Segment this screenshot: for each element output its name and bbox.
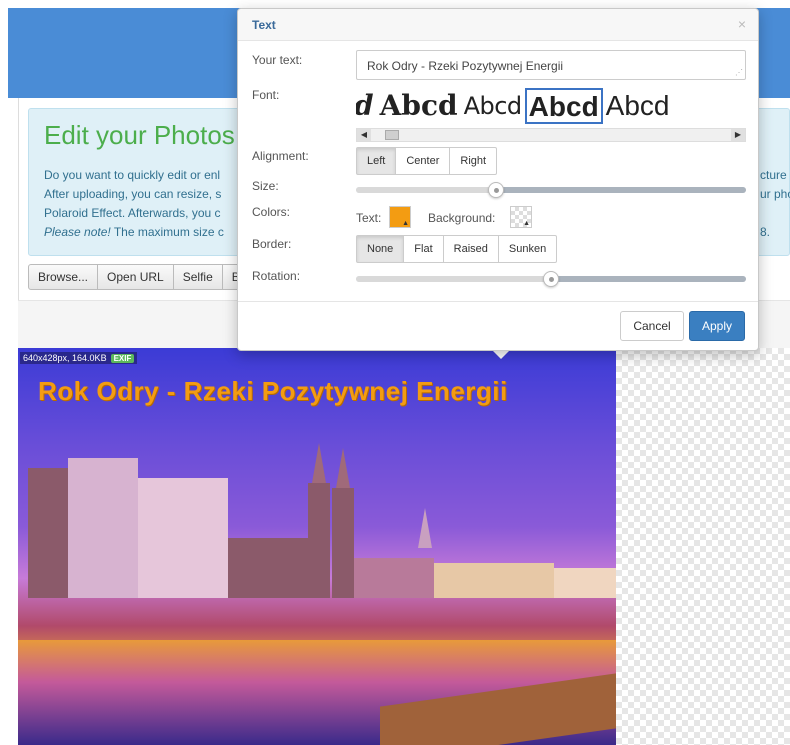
align-left-button[interactable]: Left <box>356 147 397 175</box>
text-dialog: Text × Your text: Rok Odry - Rzeki Pozyt… <box>237 8 759 351</box>
page-title: Edit your Photos <box>44 120 235 150</box>
text-input[interactable]: Rok Odry - Rzeki Pozytywnej Energii ⋰ <box>356 50 746 80</box>
colors-label: Colors: <box>252 205 291 219</box>
font-option-selected[interactable]: Abcd <box>524 88 603 124</box>
photo-text-overlay[interactable]: Rok Odry - Rzeki Pozytywnej Energii <box>38 376 508 407</box>
dropdown-caret-icon: ▲ <box>402 220 409 227</box>
text-input-value: Rok Odry - Rzeki Pozytywnej Energii <box>367 59 564 73</box>
resize-grip-icon[interactable]: ⋰ <box>735 68 743 77</box>
alignment-group: Left Center Right <box>356 147 498 175</box>
church-tower <box>308 483 330 598</box>
intro-line-2: After uploading, you can resize, s <box>44 187 222 201</box>
intro-line-1: Do you want to quickly edit or enl <box>44 168 221 182</box>
text-color-label: Text: <box>356 211 382 225</box>
building <box>28 468 68 598</box>
size-slider-handle[interactable] <box>488 182 504 198</box>
rotation-label: Rotation: <box>252 269 301 283</box>
border-none-button[interactable]: None <box>356 235 405 263</box>
border-raised-button[interactable]: Raised <box>442 235 499 263</box>
building <box>68 458 138 598</box>
border-label: Border: <box>252 237 292 251</box>
font-option[interactable]: Abcd <box>461 88 525 124</box>
font-scrollbar[interactable]: ◀ ▶ <box>356 128 746 142</box>
image-dimensions: 640x428px, 164.0KB <box>23 353 107 363</box>
exif-badge[interactable]: EXIF <box>110 354 135 363</box>
rotation-slider-track-right <box>551 276 746 282</box>
image-info: 640x428px, 164.0KB EXIF <box>20 352 138 364</box>
background-color-swatch[interactable]: ▲ <box>510 206 532 228</box>
intro-line-4: Please note! The maximum size c <box>44 225 224 239</box>
scroll-left-icon[interactable]: ◀ <box>357 129 371 141</box>
building <box>354 558 434 598</box>
close-icon[interactable]: × <box>738 16 746 32</box>
scroll-right-icon[interactable]: ▶ <box>731 129 745 141</box>
building <box>228 538 318 598</box>
church-tower <box>332 488 354 598</box>
dropdown-caret-icon: ▲ <box>523 220 530 227</box>
font-option[interactable]: cd <box>356 88 377 124</box>
intro-line-4-tail: 8. <box>760 225 771 239</box>
border-sunken-button[interactable]: Sunken <box>497 235 558 263</box>
browse-button[interactable]: Browse... <box>28 264 99 290</box>
dialog-title: Text <box>252 18 276 32</box>
intro-line-1-tail: cture <box>760 168 787 182</box>
open-url-button[interactable]: Open URL <box>97 264 174 290</box>
rotation-slider-handle[interactable] <box>543 271 559 287</box>
dialog-header: Text × <box>238 9 758 41</box>
upload-toolbar: Browse... Open URL Selfie B <box>28 264 250 290</box>
rotation-slider-track-left <box>356 276 551 282</box>
align-right-button[interactable]: Right <box>449 147 498 175</box>
dialog-footer-divider <box>238 301 758 302</box>
size-slider-track-left <box>356 187 496 193</box>
transparent-area <box>616 348 790 745</box>
building <box>554 568 616 598</box>
selfie-button[interactable]: Selfie <box>172 264 223 290</box>
your-text-label: Your text: <box>252 53 303 67</box>
font-picker: cd Abcd Abcd Abcd Abcd ◀ ▶ <box>356 86 746 144</box>
border-group: None Flat Raised Sunken <box>356 235 558 263</box>
background-color-label: Background: <box>428 211 496 225</box>
church-spire <box>336 448 350 488</box>
size-slider[interactable] <box>356 182 746 198</box>
apply-button[interactable]: Apply <box>689 311 745 341</box>
building <box>138 478 228 598</box>
scroll-thumb[interactable] <box>385 130 399 140</box>
note-emphasis: Please note! <box>44 225 111 239</box>
intro-line-2-tail: ur pho <box>760 187 790 201</box>
font-option[interactable]: Abcd <box>377 88 461 124</box>
font-label: Font: <box>252 88 280 102</box>
text-color-swatch[interactable]: ▲ <box>389 206 411 228</box>
font-option[interactable]: Abcd <box>603 88 673 124</box>
church-spire <box>312 443 326 483</box>
rotation-slider[interactable] <box>356 271 746 287</box>
note-text: The maximum size c <box>110 225 224 239</box>
alignment-label: Alignment: <box>252 149 309 163</box>
font-samples: cd Abcd Abcd Abcd Abcd <box>356 88 673 124</box>
dialog-pointer <box>492 350 510 359</box>
tower-spire <box>418 508 432 548</box>
building <box>434 563 554 598</box>
border-flat-button[interactable]: Flat <box>403 235 444 263</box>
size-label: Size: <box>252 179 279 193</box>
align-center-button[interactable]: Center <box>395 147 451 175</box>
size-slider-track-right <box>496 187 746 193</box>
intro-line-3: Polaroid Effect. Afterwards, you c <box>44 206 221 220</box>
cancel-button[interactable]: Cancel <box>620 311 684 341</box>
